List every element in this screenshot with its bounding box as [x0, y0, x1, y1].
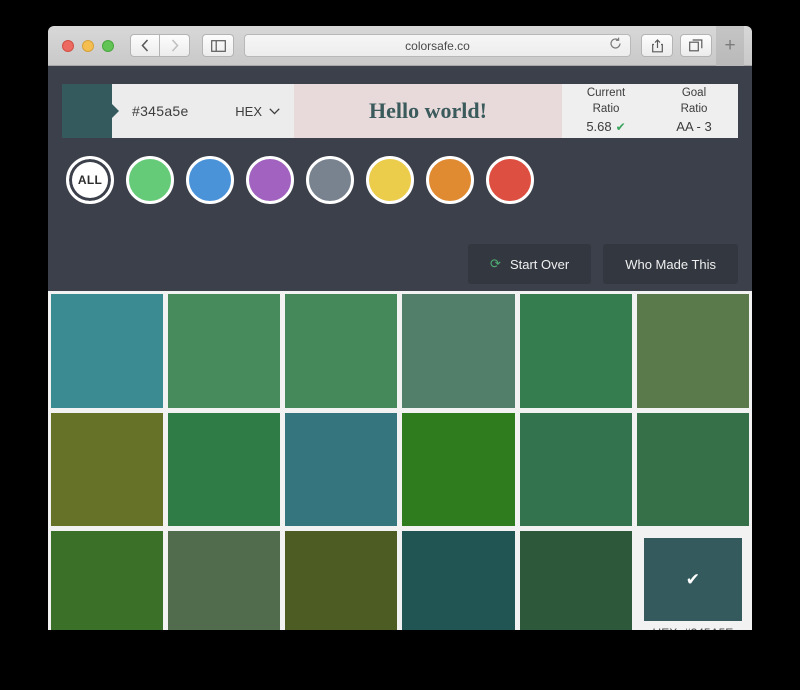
color-family-filters: ALL	[66, 156, 752, 204]
color-cell[interactable]	[51, 412, 164, 527]
color-filter-orange[interactable]	[426, 156, 474, 204]
color-filter-label: ALL	[77, 173, 103, 187]
hex-input-group[interactable]: #345a5e HEX	[112, 84, 294, 138]
share-button[interactable]	[641, 34, 673, 57]
color-cell[interactable]	[402, 531, 515, 630]
back-arrow-icon	[141, 39, 149, 52]
color-cell[interactable]	[51, 294, 164, 408]
swatch-pointer-icon	[112, 104, 119, 118]
current-ratio-block: Current Ratio 5.68 ✔	[562, 86, 650, 136]
close-window-button[interactable]	[62, 39, 74, 52]
color-cell[interactable]	[168, 412, 281, 527]
reload-icon	[610, 37, 621, 49]
color-cell[interactable]	[285, 294, 398, 408]
back-button[interactable]	[130, 34, 160, 57]
color-cell[interactable]	[168, 294, 281, 408]
color-filter-all[interactable]: ALL	[66, 156, 114, 204]
text-preview-panel: Hello world!	[294, 84, 562, 138]
color-filter-blue[interactable]	[186, 156, 234, 204]
color-cell[interactable]	[519, 294, 632, 408]
check-icon: ✔	[685, 569, 701, 589]
reload-button[interactable]	[609, 37, 622, 55]
sidebar-toggle-button[interactable]	[202, 34, 234, 57]
color-cell[interactable]	[51, 531, 164, 630]
chevron-down-icon	[269, 107, 280, 115]
color-filter-green[interactable]	[126, 156, 174, 204]
url-text: colorsafe.co	[405, 38, 470, 53]
color-mode-select[interactable]: HEX	[235, 104, 280, 119]
sidebar-icon	[210, 39, 226, 52]
refresh-icon: ⟳	[490, 256, 501, 271]
current-ratio-value: 5.68	[586, 119, 612, 135]
new-tab-button[interactable]: +	[716, 26, 744, 66]
color-cell[interactable]	[636, 412, 749, 527]
navigation-buttons	[130, 34, 190, 57]
color-filter-purple[interactable]	[246, 156, 294, 204]
color-cell[interactable]	[636, 294, 749, 408]
hex-input-value[interactable]: #345a5e	[132, 103, 189, 119]
browser-titlebar: colorsafe.co +	[48, 26, 752, 66]
color-results-area: ✔ HEX: #345A5E	[48, 291, 752, 630]
color-cell[interactable]	[402, 412, 515, 527]
address-bar[interactable]: colorsafe.co	[244, 34, 631, 57]
current-ratio-title-line1: Current	[586, 87, 626, 100]
who-made-this-button[interactable]: Who Made This	[603, 244, 738, 284]
color-results-grid: ✔ HEX: #345A5E	[51, 294, 752, 630]
minimize-window-button[interactable]	[82, 39, 94, 52]
goal-ratio-title-line2: Ratio	[680, 102, 708, 115]
color-filter-gray[interactable]	[306, 156, 354, 204]
color-filter-yellow[interactable]	[366, 156, 414, 204]
selected-color-tile: ✔	[643, 538, 742, 621]
show-tabs-button[interactable]	[680, 34, 712, 57]
color-cell[interactable]	[402, 294, 515, 408]
ratio-panel: Current Ratio 5.68 ✔ Goal Ratio AA - 3	[562, 84, 738, 138]
forward-button[interactable]	[160, 34, 190, 57]
forward-arrow-icon	[171, 39, 179, 52]
toolbar-right-buttons	[641, 34, 712, 57]
maximize-window-button[interactable]	[102, 39, 114, 52]
goal-ratio-title-line1: Goal	[681, 87, 707, 100]
color-control-bar: #345a5e HEX Hello world! Current Ratio 5…	[62, 84, 738, 138]
color-cell[interactable]	[168, 531, 281, 630]
who-made-this-label: Who Made This	[625, 256, 716, 272]
start-over-button[interactable]: ⟳ Start Over	[468, 244, 592, 284]
share-icon	[651, 38, 663, 52]
color-cell-selected[interactable]: ✔ HEX: #345A5E	[636, 531, 749, 630]
current-ratio-value-row: 5.68 ✔	[562, 118, 650, 136]
goal-ratio-block: Goal Ratio AA - 3	[650, 86, 738, 136]
goal-ratio-value: AA - 3	[676, 119, 712, 135]
selected-color-hex-label: HEX: #345A5E	[644, 621, 742, 630]
current-color-swatch[interactable]	[62, 84, 119, 138]
color-filter-red[interactable]	[486, 156, 534, 204]
start-over-label: Start Over	[509, 256, 570, 272]
page-content: #345a5e HEX Hello world! Current Ratio 5…	[48, 84, 752, 630]
ratio-pass-check-icon: ✔	[615, 120, 626, 135]
tabs-icon	[689, 39, 703, 52]
preview-text: Hello world!	[369, 98, 487, 123]
window-controls	[62, 39, 114, 52]
browser-window: colorsafe.co + #345a5e HEX Hello world! …	[48, 26, 752, 630]
color-cell[interactable]	[519, 412, 632, 527]
action-buttons: ⟳ Start Over Who Made This	[468, 244, 738, 284]
color-cell[interactable]	[519, 531, 632, 630]
current-ratio-title-line2: Ratio	[592, 102, 620, 115]
color-cell[interactable]	[285, 412, 398, 527]
color-mode-label: HEX	[235, 103, 262, 119]
color-cell[interactable]	[285, 531, 398, 630]
